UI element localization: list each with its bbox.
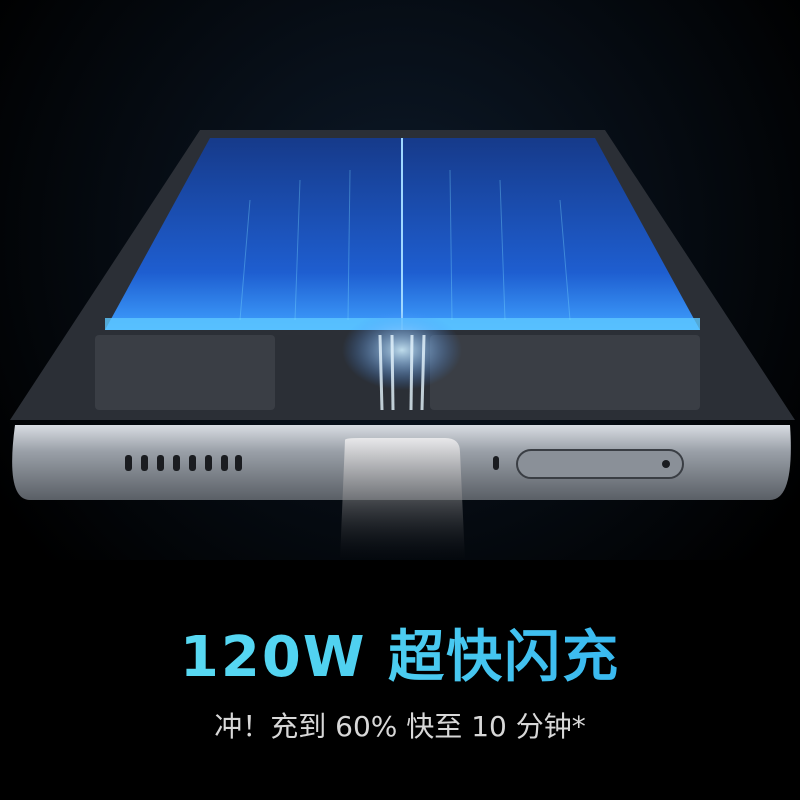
- subheadline: 冲！充到 60% 快至 10 分钟*: [214, 710, 586, 743]
- microphone-hole: [493, 456, 499, 470]
- usb-c-cable: [340, 438, 465, 560]
- headline: 120W 超快闪充: [0, 612, 800, 693]
- sim-tray: [516, 449, 684, 479]
